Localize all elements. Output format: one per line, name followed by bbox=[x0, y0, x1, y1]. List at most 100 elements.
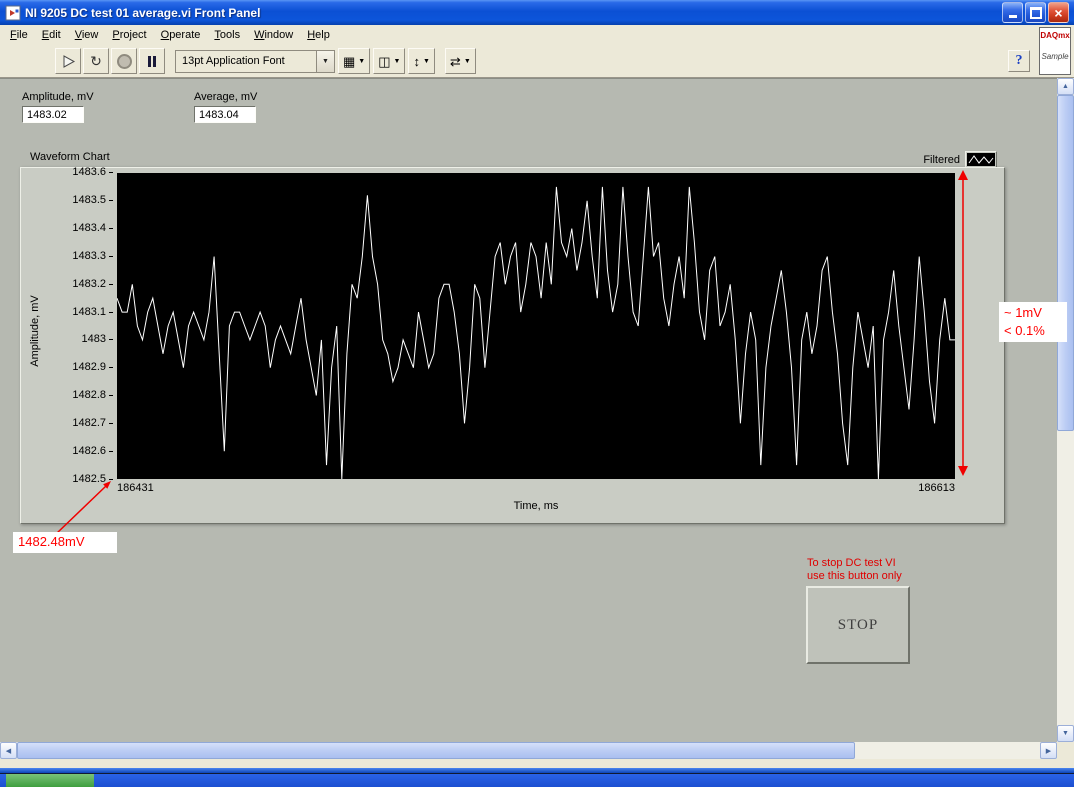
scroll-right-icon: ▶ bbox=[1046, 747, 1051, 755]
pause-icon bbox=[148, 56, 156, 67]
taskbar-strip bbox=[0, 773, 1074, 787]
waveform-chart: Amplitude, mV 1483.6 1483.5 1483.4 1483.3 14… bbox=[20, 167, 1005, 524]
chevron-down-icon: ▼ bbox=[423, 58, 430, 65]
waveform-icon bbox=[967, 153, 995, 166]
run-button[interactable] bbox=[55, 48, 81, 74]
menu-item-view[interactable]: View bbox=[68, 27, 106, 43]
restore-button[interactable] bbox=[1025, 2, 1046, 23]
chevron-down-icon[interactable]: ▼ bbox=[316, 51, 334, 72]
average-indicator: Average, mV 1483.04 bbox=[194, 91, 257, 123]
average-value: 1483.04 bbox=[194, 106, 256, 123]
pause-button[interactable] bbox=[139, 48, 165, 74]
scroll-down-button[interactable]: ▼ bbox=[1057, 725, 1074, 742]
horizontal-scroll-thumb[interactable] bbox=[17, 742, 855, 759]
start-button-sliver[interactable] bbox=[6, 774, 94, 787]
chevron-down-icon: ▼ bbox=[358, 58, 365, 65]
horizontal-scrollbar[interactable]: ◀ ▶ bbox=[0, 742, 1057, 759]
x-axis-label: Time, ms bbox=[117, 500, 955, 512]
plot-area bbox=[117, 173, 955, 479]
run-icon bbox=[60, 53, 77, 70]
vi-icon: DAQmx Sample bbox=[1039, 27, 1071, 75]
menu-item-file[interactable]: File bbox=[3, 27, 35, 43]
menu-item-tools[interactable]: Tools bbox=[207, 27, 247, 43]
legend-swatch-frame[interactable] bbox=[965, 151, 997, 168]
average-label: Average, mV bbox=[194, 91, 257, 103]
menu-item-window[interactable]: Window bbox=[247, 27, 300, 43]
menu-item-help[interactable]: Help bbox=[300, 27, 337, 43]
plot-legend[interactable]: Filtered bbox=[923, 151, 997, 168]
y-tick-label: 1482.6 bbox=[72, 446, 113, 457]
x-tick-max: 186613 bbox=[918, 482, 955, 494]
minimize-icon bbox=[1009, 15, 1017, 18]
caption-buttons: × bbox=[1000, 2, 1069, 23]
abort-icon bbox=[117, 54, 132, 69]
minimize-button[interactable] bbox=[1002, 2, 1023, 23]
y-tick-label: 1483.3 bbox=[72, 251, 113, 262]
y-tick-label: 1483.1 bbox=[72, 307, 113, 318]
chart-title: Waveform Chart bbox=[30, 151, 110, 163]
align-objects-icon: ▦ bbox=[343, 55, 355, 68]
range-arrow bbox=[954, 169, 972, 477]
run-continuous-icon: ↻ bbox=[90, 53, 102, 70]
y-tick-label: 1483.4 bbox=[72, 223, 113, 234]
waveform-polyline-svg bbox=[117, 173, 955, 479]
chevron-down-icon: ▼ bbox=[464, 58, 471, 65]
scroll-up-button[interactable]: ▲ bbox=[1057, 78, 1074, 95]
restore-icon bbox=[1030, 7, 1042, 19]
stop-note: To stop DC test VI use this button only bbox=[807, 557, 902, 583]
corner-value-annotation: 1482.48mV bbox=[13, 532, 117, 553]
help-button[interactable]: ? bbox=[1008, 50, 1030, 72]
stop-note-line2: use this button only bbox=[807, 570, 902, 583]
resize-objects-dropdown[interactable]: ↕ ▼ bbox=[408, 48, 434, 74]
distribute-objects-dropdown[interactable]: ◫ ▼ bbox=[373, 48, 405, 74]
y-axis-ticks: 1483.61483.51483.41483.31483.21483.11483… bbox=[47, 167, 113, 485]
amplitude-value: 1483.02 bbox=[22, 106, 84, 123]
font-selector-value: 13pt Application Font bbox=[176, 55, 316, 67]
x-axis-ticks: 186431 186613 bbox=[117, 482, 955, 494]
vi-icon-line1: DAQmx bbox=[1040, 28, 1070, 40]
scroll-right-button[interactable]: ▶ bbox=[1040, 742, 1057, 759]
resize-objects-icon: ↕ bbox=[413, 55, 420, 68]
window-title: NI 9205 DC test 01 average.vi Front Pane… bbox=[25, 6, 1000, 20]
font-selector[interactable]: 13pt Application Font ▼ bbox=[175, 50, 335, 73]
toolbar: ↻ 13pt Application Font ▼ ▦ ▼ ◫ ▼ ↕ ▼ ⇄ … bbox=[0, 45, 1074, 78]
range-annotation-line1: ~ 1mV bbox=[1004, 304, 1067, 322]
front-panel: Amplitude, mV 1483.02 Average, mV 1483.0… bbox=[0, 78, 1057, 742]
legend-label: Filtered bbox=[923, 154, 960, 166]
y-axis-label: Amplitude, mV bbox=[27, 168, 43, 493]
reorder-dropdown[interactable]: ⇄ ▼ bbox=[445, 48, 476, 74]
x-tick-min: 186431 bbox=[117, 482, 154, 494]
align-objects-dropdown[interactable]: ▦ ▼ bbox=[338, 48, 370, 74]
scroll-left-icon: ◀ bbox=[6, 747, 11, 755]
menu-item-edit[interactable]: Edit bbox=[35, 27, 68, 43]
range-annotation: ~ 1mV < 0.1% bbox=[999, 302, 1067, 342]
stop-note-line1: To stop DC test VI bbox=[807, 557, 902, 570]
menu-item-project[interactable]: Project bbox=[105, 27, 153, 43]
close-icon: × bbox=[1054, 6, 1062, 20]
stop-button-label: STOP bbox=[838, 617, 878, 634]
range-annotation-line2: < 0.1% bbox=[1004, 322, 1067, 340]
close-button[interactable]: × bbox=[1048, 2, 1069, 23]
vertical-scrollbar[interactable]: ▲ ▼ bbox=[1057, 78, 1074, 742]
y-tick-label: 1482.9 bbox=[72, 362, 113, 373]
run-continuous-button[interactable]: ↻ bbox=[83, 48, 109, 74]
vi-icon-line2: Sample bbox=[1040, 52, 1070, 61]
scroll-left-button[interactable]: ◀ bbox=[0, 742, 17, 759]
y-tick-label: 1482.7 bbox=[72, 418, 113, 429]
y-tick-label: 1482.8 bbox=[72, 390, 113, 401]
distribute-objects-icon: ◫ bbox=[378, 55, 390, 68]
y-tick-label: 1483.5 bbox=[72, 195, 113, 206]
corner-arrow bbox=[40, 477, 120, 537]
chevron-down-icon: ▼ bbox=[394, 58, 401, 65]
amplitude-label: Amplitude, mV bbox=[22, 91, 94, 103]
labview-window: NI 9205 DC test 01 average.vi Front Pane… bbox=[0, 0, 1074, 787]
abort-button[interactable] bbox=[111, 48, 137, 74]
y-tick-label: 1483 bbox=[82, 334, 113, 345]
window-icon bbox=[5, 5, 21, 21]
menu-item-operate[interactable]: Operate bbox=[154, 27, 208, 43]
stop-button[interactable]: STOP bbox=[806, 586, 910, 664]
y-tick-label: 1483.6 bbox=[72, 167, 113, 178]
vertical-scroll-thumb[interactable] bbox=[1057, 95, 1074, 431]
title-bar[interactable]: NI 9205 DC test 01 average.vi Front Pane… bbox=[0, 0, 1074, 25]
amplitude-indicator: Amplitude, mV 1483.02 bbox=[22, 91, 94, 123]
